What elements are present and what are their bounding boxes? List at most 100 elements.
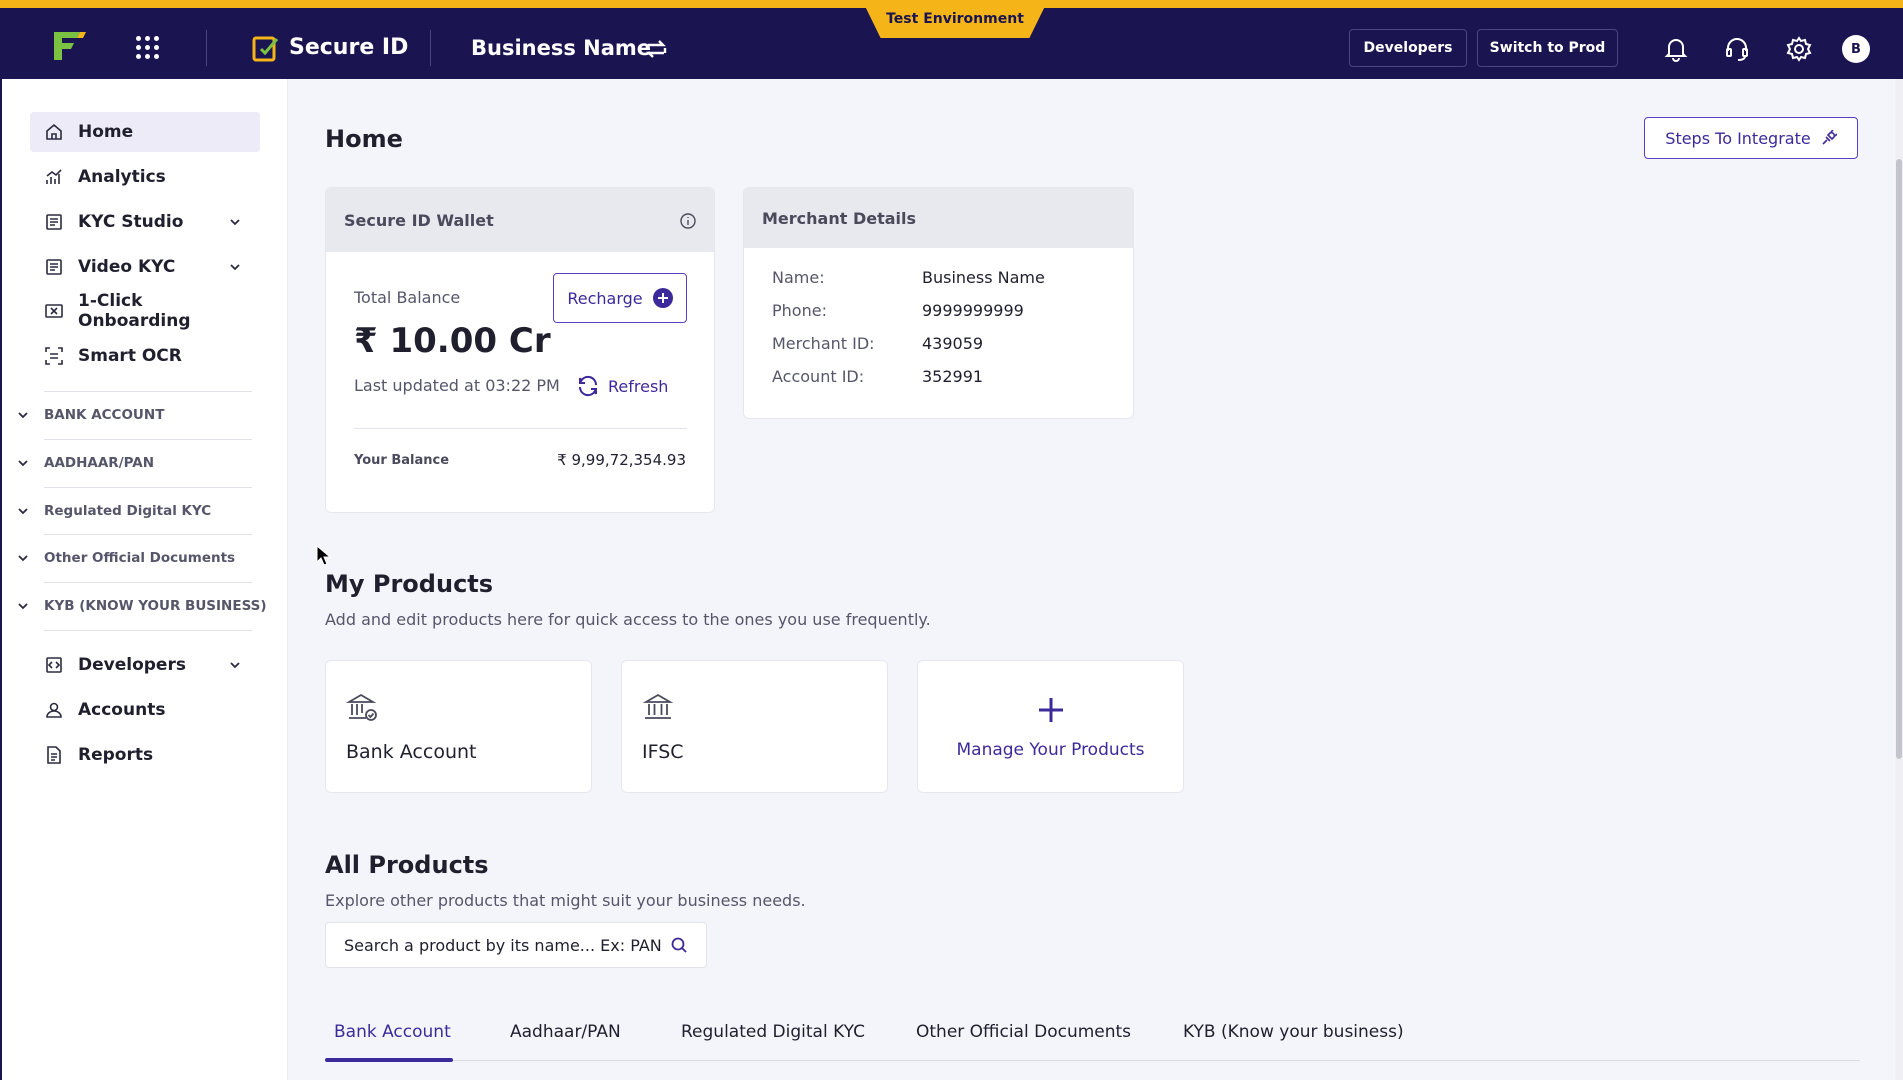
sidebar-item-label: Accounts: [78, 700, 166, 720]
sidebar-item-label: Developers: [78, 655, 186, 675]
home-icon: [46, 123, 62, 140]
sidebar-divider: [44, 534, 252, 535]
manage-products-label: Manage Your Products: [956, 739, 1145, 760]
chevron-down-icon[interactable]: [228, 215, 242, 229]
merchant-key: Phone:: [772, 301, 827, 320]
sidebar-group-kyb[interactable]: KYB (KNOW YOUR BUSINESS): [16, 594, 267, 618]
scan-icon: [45, 347, 63, 365]
sidebar-item-video-kyc[interactable]: Video KYC: [30, 247, 260, 287]
sidebar-item-label: Analytics: [78, 167, 166, 187]
wallet-divider: [354, 428, 687, 429]
topbar-divider: [206, 30, 207, 66]
merchant-details-card: Merchant Details Name: Business Name Phon…: [743, 187, 1134, 419]
search-input[interactable]: [344, 935, 670, 955]
merchant-value: Business Name: [922, 268, 1045, 287]
sidebar-group-regulated-digital-kyc[interactable]: Regulated Digital KYC: [16, 499, 211, 523]
product-name: Secure ID: [289, 35, 409, 60]
sidebar-divider: [44, 439, 252, 440]
report-icon: [47, 746, 61, 764]
refresh-icon: [578, 375, 598, 397]
plus-icon: [1038, 697, 1063, 722]
my-products-title: My Products: [325, 570, 494, 598]
avatar[interactable]: B: [1842, 35, 1870, 63]
product-card-ifsc[interactable]: IFSC: [621, 660, 888, 793]
sidebar-group-label: AADHAAR/PAN: [44, 455, 155, 471]
gear-icon[interactable]: [1786, 36, 1812, 62]
topbar-divider: [430, 30, 431, 66]
tab-kyb[interactable]: KYB (Know your business): [1183, 1022, 1404, 1042]
info-icon[interactable]: [680, 213, 696, 229]
brand-logo-icon[interactable]: [50, 26, 88, 64]
tab-aadhaar-pan[interactable]: Aadhaar/PAN: [510, 1022, 621, 1042]
merchant-row: Merchant ID: 439059: [772, 334, 983, 353]
recharge-label: Recharge: [567, 288, 643, 308]
sidebar-item-label: KYC Studio: [78, 212, 184, 232]
business-name: Business Name: [471, 36, 652, 60]
chevron-down-icon: [18, 508, 28, 515]
sidebar-item-1-click-onboarding[interactable]: 1-Click Onboarding: [30, 291, 260, 331]
developers-button[interactable]: Developers: [1349, 29, 1467, 67]
sidebar-group-aadhaar-pan[interactable]: AADHAAR/PAN: [16, 451, 154, 475]
plus-circle-icon: [652, 288, 673, 308]
sidebar-group-label: KYB (KNOW YOUR BUSINESS): [44, 598, 267, 614]
merchant-key: Name:: [772, 268, 825, 287]
product-card-bank-account[interactable]: Bank Account: [325, 660, 592, 793]
refresh-button[interactable]: Refresh: [576, 374, 668, 398]
recharge-button[interactable]: Recharge: [553, 273, 687, 323]
bank-verified-icon: [346, 693, 377, 721]
product-search[interactable]: [325, 922, 707, 968]
sidebar-item-analytics[interactable]: Analytics: [30, 157, 260, 197]
sidebar-group-label: Other Official Documents: [44, 550, 236, 566]
chevron-down-icon: [18, 555, 28, 562]
sidebar-item-home[interactable]: Home: [30, 112, 260, 152]
sidebar-item-label: Home: [78, 122, 134, 142]
plug-icon: [1822, 130, 1837, 145]
support-headset-icon[interactable]: [1724, 36, 1750, 62]
sidebar-divider: [44, 391, 252, 392]
scroll-thumb[interactable]: [1896, 159, 1902, 759]
wallet-card-header: Secure ID Wallet: [326, 188, 714, 252]
sidebar-item-kyc-studio[interactable]: KYC Studio: [30, 202, 260, 242]
all-products-subtitle: Explore other products that might suit y…: [325, 891, 806, 910]
chevron-down-icon: [18, 412, 28, 419]
tab-other-official-documents[interactable]: Other Official Documents: [916, 1022, 1131, 1042]
total-balance-amount: ₹ 10.00 Cr: [354, 321, 551, 361]
sidebar-group-bank-account[interactable]: BANK ACCOUNT: [16, 403, 164, 427]
wallet-card: Secure ID Wallet Total Balance Recharge …: [325, 187, 715, 513]
merchant-value: 439059: [922, 334, 984, 353]
total-balance-label: Total Balance: [354, 288, 461, 307]
chevron-down-icon[interactable]: [228, 658, 242, 672]
analytics-icon: [46, 169, 62, 184]
sidebar-item-accounts[interactable]: Accounts: [30, 690, 260, 730]
kyc-studio-icon: [46, 214, 62, 230]
chevron-down-icon[interactable]: [228, 260, 242, 274]
sidebar-item-developers[interactable]: Developers: [30, 645, 260, 685]
tab-regulated-digital-kyc[interactable]: Regulated Digital KYC: [681, 1022, 865, 1042]
your-balance-label: Your Balance: [354, 453, 450, 468]
switch-business-icon[interactable]: [643, 36, 669, 62]
tab-bank-account[interactable]: Bank Account: [334, 1022, 451, 1042]
merchant-key: Merchant ID:: [772, 334, 875, 353]
chevron-down-icon: [18, 603, 28, 610]
sidebar-divider: [44, 630, 252, 631]
sidebar-divider: [44, 582, 252, 583]
code-icon: [46, 657, 62, 673]
switch-to-prod-button[interactable]: Switch to Prod: [1477, 29, 1618, 67]
merchant-key: Account ID:: [772, 367, 865, 386]
product-name: Bank Account: [346, 741, 477, 763]
product-name: IFSC: [642, 741, 684, 763]
merchant-row: Phone: 9999999999: [772, 301, 1024, 320]
merchant-row: Account ID: 352991: [772, 367, 983, 386]
my-products-subtitle: Add and edit products here for quick acc…: [325, 610, 931, 629]
merchant-value: 352991: [922, 367, 984, 386]
scrollbar[interactable]: [1895, 79, 1903, 1080]
top-bar: Test Environment Secure ID Business Name…: [0, 0, 1903, 79]
sidebar-item-smart-ocr[interactable]: Smart OCR: [30, 336, 260, 376]
bell-icon[interactable]: [1663, 36, 1689, 62]
manage-products-card[interactable]: Manage Your Products: [917, 660, 1184, 793]
search-icon[interactable]: [670, 936, 688, 954]
sidebar-item-reports[interactable]: Reports: [30, 735, 260, 775]
steps-to-integrate-button[interactable]: Steps To Integrate: [1644, 117, 1858, 159]
sidebar-group-other-official-documents[interactable]: Other Official Documents: [16, 546, 235, 570]
app-grid-icon[interactable]: [136, 36, 159, 59]
